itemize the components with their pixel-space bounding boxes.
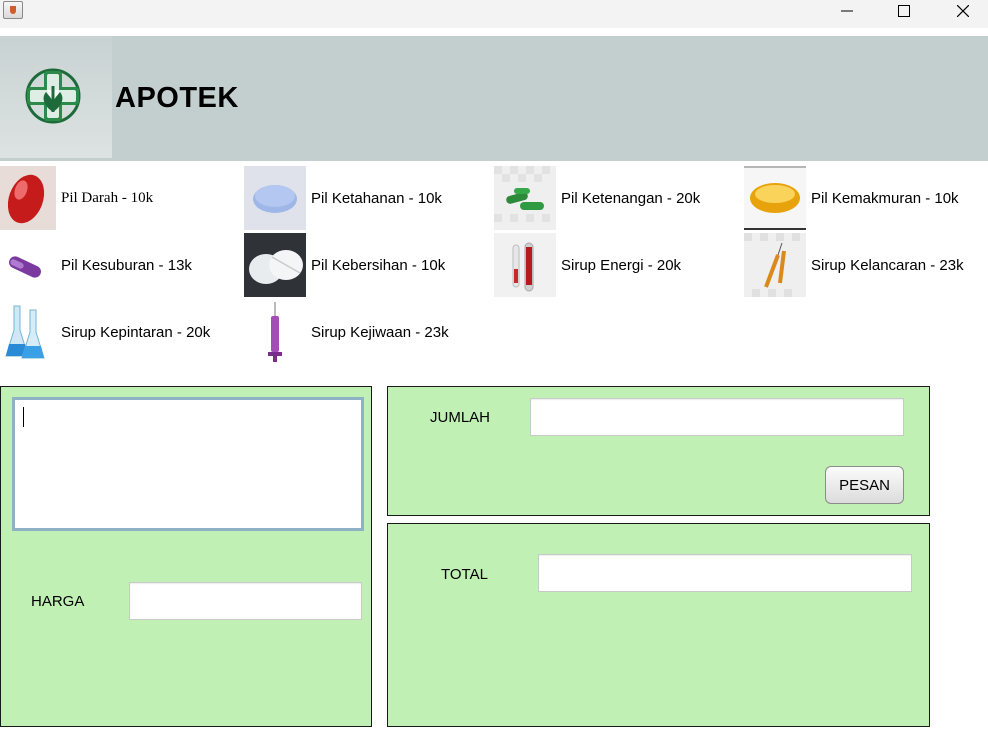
softgel-capsule-icon bbox=[744, 166, 806, 230]
total-field[interactable] bbox=[538, 554, 912, 592]
product-item[interactable]: Pil Kesuburan - 13k bbox=[0, 233, 240, 297]
pharmacy-cross-logo bbox=[25, 68, 81, 124]
jumlah-field[interactable] bbox=[530, 398, 904, 436]
order-panel: HARGA bbox=[0, 386, 372, 727]
product-label: Pil Kebersihan - 10k bbox=[311, 257, 446, 274]
blue-flasks-icon bbox=[0, 300, 62, 364]
window-content-top bbox=[0, 28, 988, 36]
product-item[interactable]: Sirup Kelancaran - 23k bbox=[744, 233, 984, 297]
blue-tablet-icon bbox=[244, 166, 306, 230]
product-item[interactable]: Pil Kebersihan - 10k bbox=[244, 233, 490, 297]
app-title: APOTEK bbox=[115, 82, 239, 114]
product-item[interactable]: Pil Darah - 10k bbox=[0, 166, 240, 230]
quantity-panel: JUMLAH PESAN bbox=[387, 386, 930, 516]
red-capsule-icon bbox=[0, 166, 56, 230]
product-label: Pil Kemakmuran - 10k bbox=[811, 190, 959, 207]
java-app-icon bbox=[3, 1, 23, 19]
green-capsules-icon bbox=[494, 166, 556, 230]
close-icon[interactable] bbox=[934, 0, 988, 22]
product-item[interactable]: Sirup Kejiwaan - 23k bbox=[244, 300, 490, 364]
product-item[interactable]: Sirup Kepintaran - 20k bbox=[0, 300, 240, 364]
minimize-icon[interactable] bbox=[818, 0, 876, 22]
product-item[interactable]: Sirup Energi - 20k bbox=[494, 233, 740, 297]
text-caret bbox=[23, 407, 24, 427]
window-titlebar bbox=[0, 0, 988, 28]
product-label: Sirup Energi - 20k bbox=[561, 257, 682, 274]
app-header: APOTEK bbox=[0, 36, 988, 161]
syringes-icon bbox=[744, 233, 806, 297]
notes-textarea[interactable] bbox=[12, 397, 364, 531]
product-label: Sirup Kejiwaan - 23k bbox=[311, 324, 449, 341]
product-item[interactable]: Pil Ketahanan - 10k bbox=[244, 166, 490, 230]
product-label: Pil Ketenangan - 20k bbox=[561, 190, 701, 207]
product-label: Pil Darah - 10k bbox=[61, 190, 154, 206]
harga-label: HARGA bbox=[31, 593, 85, 610]
product-label: Sirup Kepintaran - 20k bbox=[61, 324, 211, 341]
product-item[interactable]: Pil Ketenangan - 20k bbox=[494, 166, 740, 230]
syrup-vials-icon bbox=[494, 233, 556, 297]
product-label: Pil Ketahanan - 10k bbox=[311, 190, 442, 207]
syringe-icon bbox=[244, 300, 306, 364]
total-label: TOTAL bbox=[441, 566, 488, 583]
pesan-button[interactable]: PESAN bbox=[825, 466, 904, 504]
logo-tile bbox=[0, 36, 112, 158]
product-label: Pil Kesuburan - 13k bbox=[61, 257, 192, 274]
product-label: Sirup Kelancaran - 23k bbox=[811, 257, 964, 274]
harga-field[interactable] bbox=[129, 582, 362, 620]
white-tablets-icon bbox=[244, 233, 306, 297]
total-panel: TOTAL bbox=[387, 523, 930, 727]
jumlah-label: JUMLAH bbox=[430, 409, 491, 426]
product-item[interactable]: Pil Kemakmuran - 10k bbox=[744, 166, 984, 230]
maximize-icon[interactable] bbox=[875, 0, 933, 22]
purple-capsule-icon bbox=[0, 233, 62, 297]
